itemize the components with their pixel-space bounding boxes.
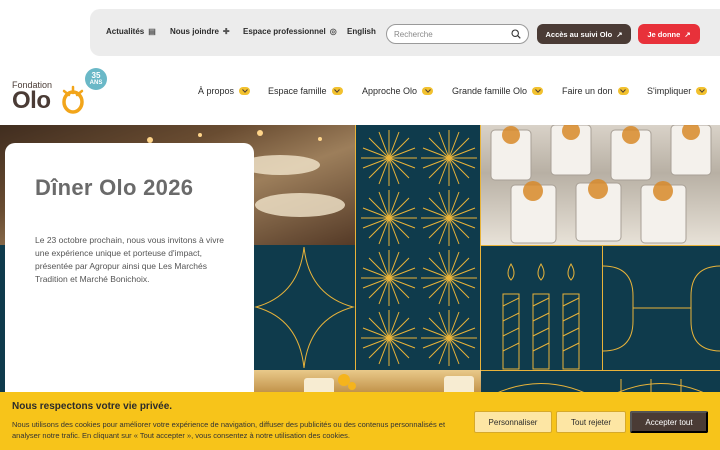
cookie-banner: Nous respectons votre vie privée. Nous u… — [0, 392, 720, 450]
hero-text: Le 23 octobre prochain, nous vous invito… — [35, 235, 225, 284]
chevron-down-icon — [239, 87, 251, 95]
badge-text: ANS — [89, 80, 103, 86]
news-link-label: Actualités — [106, 27, 145, 36]
reject-all-button[interactable]: Tout rejeter — [556, 411, 626, 433]
nav-item-label: Espace famille — [268, 86, 327, 96]
professional-link-label: Espace professionnel — [243, 27, 326, 36]
logo[interactable]: Fondation Olo 35 ANS — [12, 68, 107, 116]
arrow-up-right-icon: ↗ — [616, 29, 623, 39]
nav-item-approche-olo[interactable]: Approche Olo — [362, 86, 434, 96]
olo-egg-icon — [62, 85, 84, 114]
logo-name: Olo — [12, 87, 51, 114]
search-box — [386, 24, 529, 44]
nav-item-faire-un-don[interactable]: Faire un don — [562, 86, 629, 96]
newspaper-icon: ▤ — [148, 27, 156, 36]
diamond-pattern — [254, 245, 355, 370]
nav-item-espace-famille[interactable]: Espace famille — [268, 86, 343, 96]
nav-item-a-propos[interactable]: À propos — [198, 86, 251, 96]
target-icon: ◎ — [329, 27, 337, 36]
badge-number: 35 — [91, 71, 101, 80]
arch-pattern — [602, 245, 720, 370]
hero-title: Dîner Olo 2026 — [35, 175, 194, 200]
donate-button[interactable]: Je donne ↗ — [638, 24, 700, 44]
arrow-up-right-icon: ↗ — [684, 29, 691, 39]
cookie-text: Nous utilisons des cookies pour améliore… — [12, 420, 446, 440]
chevron-down-icon — [696, 87, 708, 95]
nav-item-label: S'impliquer — [647, 86, 692, 96]
search-input[interactable] — [394, 29, 511, 39]
cookie-title: Nous respectons votre vie privée. — [12, 401, 173, 412]
news-link[interactable]: Actualités ▤ — [106, 27, 156, 36]
contact-link-label: Nous joindre — [170, 27, 219, 36]
accept-all-button[interactable]: Accepter tout — [630, 411, 708, 433]
nav-item-label: Faire un don — [562, 86, 613, 96]
fireworks-pattern — [355, 125, 481, 370]
personalize-button[interactable]: Personnaliser — [474, 411, 552, 433]
candles-pattern — [481, 245, 602, 370]
hero-card: Dîner Olo 2026 Le 23 octobre prochain, n… — [5, 143, 254, 403]
nav-item-label: Grande famille Olo — [452, 86, 528, 96]
chevron-down-icon — [617, 87, 629, 95]
nav-item-label: À propos — [198, 86, 235, 96]
english-link[interactable]: English — [347, 27, 376, 36]
donate-label: Je donne — [647, 29, 681, 39]
contact-link[interactable]: Nous joindre ✚ — [170, 27, 230, 36]
page: Actualités ▤ Nous joindre ✚ Espace profe… — [0, 0, 720, 450]
suivi-olo-label: Accès au suivi Olo — [545, 29, 613, 39]
nav-item-label: Approche Olo — [362, 86, 418, 96]
suivi-olo-button[interactable]: Accès au suivi Olo ↗ — [537, 24, 631, 44]
nav-item-s-impliquer[interactable]: S'impliquer — [647, 86, 708, 96]
pin-icon: ✚ — [222, 27, 230, 36]
chevron-down-icon — [331, 87, 343, 95]
english-link-label: English — [347, 27, 376, 36]
glasses-photo — [481, 125, 720, 245]
professional-link[interactable]: Espace professionnel ◎ — [243, 27, 337, 36]
chevron-down-icon — [532, 87, 544, 95]
chevron-down-icon — [422, 87, 434, 95]
search-icon[interactable] — [511, 29, 521, 39]
nav-item-grande-famille[interactable]: Grande famille Olo — [452, 86, 544, 96]
anniversary-badge: 35 ANS — [85, 68, 107, 90]
utility-bar: Actualités ▤ Nous joindre ✚ Espace profe… — [90, 9, 720, 56]
